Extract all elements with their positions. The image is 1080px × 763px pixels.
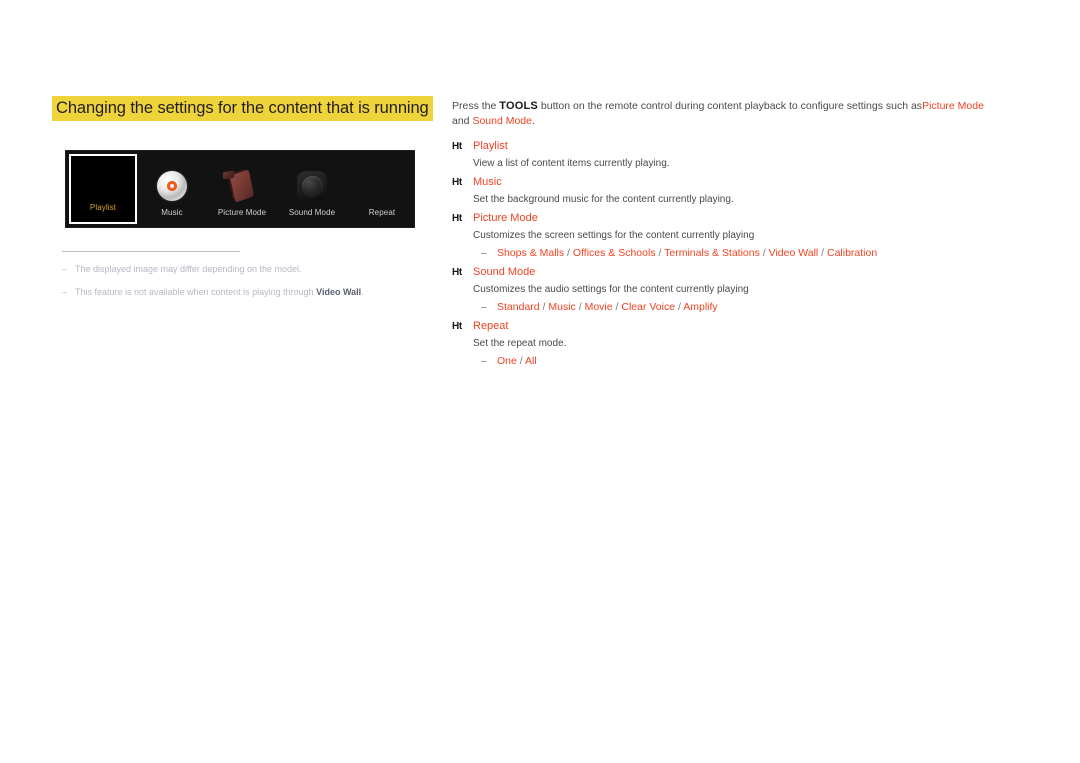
menu-tile-sound-mode[interactable]: Sound Mode — [277, 151, 347, 227]
entry-description: Customizes the screen settings for the c… — [473, 230, 755, 241]
entry-title: Playlist — [473, 140, 508, 152]
entry-options: Shops & Malls / Offices & Schools / Term… — [497, 246, 877, 261]
option-value: Movie — [584, 301, 613, 313]
entry-title: Picture Mode — [473, 212, 538, 224]
bullet-glyph-icon: Ht — [452, 321, 462, 332]
intro-keyword-sound-mode: Sound Mode — [472, 115, 532, 127]
entry-title: Repeat — [473, 320, 509, 332]
option-separator: / — [575, 301, 585, 313]
entry-title: Sound Mode — [473, 266, 536, 278]
footnote-text: This feature is not available when conte… — [75, 286, 364, 299]
option-separator: / — [516, 355, 526, 367]
menu-tile-label: Playlist — [89, 203, 117, 212]
footnote-dash: – — [62, 287, 68, 297]
option-value: Clear Voice — [621, 301, 676, 313]
entry-options: One / All — [497, 354, 537, 369]
option-value: Terminals & Stations — [664, 247, 760, 259]
page-title: Changing the settings for the content th… — [52, 96, 433, 121]
footnotes: – The displayed image may differ dependi… — [62, 251, 422, 309]
entry-options: Standard / Music / Movie / Clear Voice /… — [497, 300, 718, 315]
entry-options-row: – Standard / Music / Movie / Clear Voice… — [481, 300, 997, 315]
entry-header: Ht Picture Mode — [452, 211, 997, 226]
setting-entry-sound-mode: Ht Sound Mode Customizes the audio setti… — [452, 265, 997, 315]
footnote-keyword: Video Wall — [316, 287, 362, 297]
entry-title: Music — [473, 176, 502, 188]
option-dash: – — [481, 302, 487, 313]
setting-entry-repeat: Ht Repeat Set the repeat mode. – One / A… — [452, 319, 997, 369]
menu-tile-label: Music — [161, 208, 183, 217]
intro-part-1: Press the — [452, 100, 500, 112]
menu-tile-music[interactable]: Music — [137, 151, 207, 227]
bullet-glyph-icon: Ht — [452, 267, 462, 278]
setting-entry-playlist: Ht Playlist View a list of content items… — [452, 139, 997, 171]
footnote-item: – The displayed image may differ dependi… — [62, 263, 422, 276]
option-dash: – — [481, 248, 487, 259]
entry-description: Set the repeat mode. — [473, 338, 567, 349]
menu-tile-picture-mode[interactable]: Picture Mode — [207, 151, 277, 227]
menu-tile-repeat[interactable]: Repeat — [347, 151, 417, 227]
option-separator: / — [564, 247, 573, 259]
option-value: Standard — [497, 301, 540, 313]
entry-options-row: – Shops & Malls / Offices & Schools / Te… — [481, 246, 997, 261]
entry-description: View a list of content items currently p… — [473, 158, 670, 169]
option-value: Music — [548, 301, 576, 313]
option-value: Shops & Malls — [497, 247, 565, 259]
speaker-icon — [290, 169, 334, 203]
option-value: Calibration — [827, 247, 878, 259]
footnote-text-lead: This feature is not available when conte… — [75, 287, 317, 297]
entry-header: Ht Repeat — [452, 319, 997, 334]
bullet-glyph-icon: Ht — [452, 213, 462, 224]
menu-tile-label: Repeat — [368, 208, 396, 217]
intro-part-3: and — [452, 115, 473, 127]
right-column: Press the TOOLS button on the remote con… — [452, 99, 997, 373]
entry-description: Set the background music for the content… — [473, 194, 734, 205]
option-separator: / — [818, 247, 827, 259]
menu-tile-label: Picture Mode — [217, 208, 267, 217]
bullet-glyph-icon: Ht — [452, 177, 462, 188]
footnote-text-tail: . — [361, 287, 364, 297]
osd-menu-bar: Playlist Music Picture Mode Sound Mode R… — [65, 150, 415, 228]
intro-paragraph: Press the TOOLS button on the remote con… — [452, 99, 997, 129]
entry-header: Ht Music — [452, 175, 997, 190]
option-separator: / — [655, 247, 665, 259]
menu-tile-playlist[interactable]: Playlist — [69, 154, 137, 224]
option-value: One — [497, 355, 517, 367]
footnote-divider — [62, 251, 240, 252]
intro-part-2: button on the remote control during cont… — [537, 100, 923, 112]
menu-tile-label: Sound Mode — [288, 208, 336, 217]
picture-panel-icon — [220, 169, 264, 203]
option-separator: / — [759, 247, 769, 259]
entry-description: Customizes the audio settings for the co… — [473, 284, 749, 295]
entry-header: Ht Sound Mode — [452, 265, 997, 280]
footnote-item: – This feature is not available when con… — [62, 286, 422, 299]
footnote-text: The displayed image may differ depending… — [75, 264, 302, 274]
left-column: Changing the settings for the content th… — [52, 96, 433, 297]
option-value: Offices & Schools — [572, 247, 656, 259]
tools-button-name: TOOLS — [499, 100, 538, 112]
intro-part-4: . — [531, 115, 535, 127]
entry-options-row: – One / All — [481, 354, 997, 369]
footnote-dash: – — [62, 264, 68, 274]
setting-entry-picture-mode: Ht Picture Mode Customizes the screen se… — [452, 211, 997, 261]
cd-disc-icon — [150, 169, 194, 203]
option-value: Amplify — [683, 301, 718, 313]
option-dash: – — [481, 356, 487, 367]
intro-keyword-picture-mode: Picture Mode — [922, 100, 984, 112]
setting-entry-music: Ht Music Set the background music for th… — [452, 175, 997, 207]
option-value: All — [525, 355, 537, 367]
bullet-glyph-icon: Ht — [452, 141, 462, 152]
option-value: Video Wall — [768, 247, 819, 259]
entry-header: Ht Playlist — [452, 139, 997, 154]
